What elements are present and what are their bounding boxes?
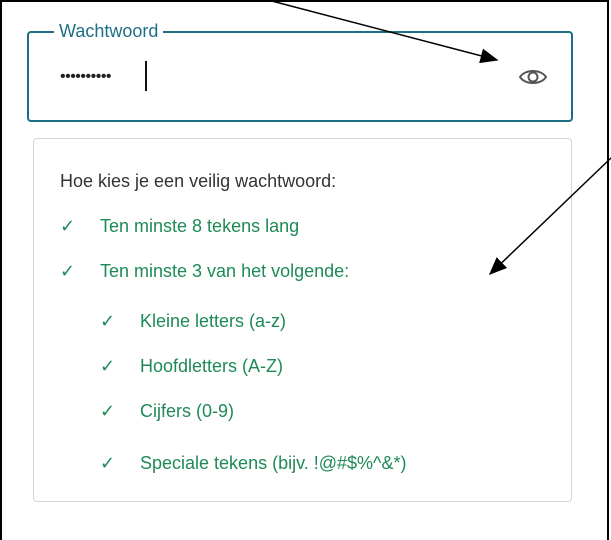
annotation-arrows	[267, 0, 611, 276]
annotation-arrow-panel	[488, 157, 611, 276]
annotation-arrow-eye	[267, 0, 499, 64]
